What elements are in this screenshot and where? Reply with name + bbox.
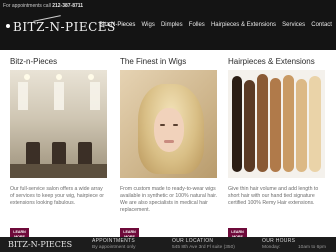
nav-item-contact[interactable]: Contact [309, 20, 334, 30]
nav-item-folles[interactable]: Folles [187, 20, 207, 30]
column-description: From custom made to ready-to-wear wigs a… [120, 186, 218, 213]
nav-item-hairpieces[interactable]: Hairpieces & Extensions [209, 20, 278, 30]
site-footer: BITZ-N-PIECES APPOINTMENTS By appointmen… [0, 237, 336, 252]
footer-location-heading: OUR LOCATION [172, 238, 214, 244]
feature-column-salon: Bitz-n-Pieces Our full-service salon off… [8, 50, 108, 240]
footer-hours-time: 10am to 6pm [298, 245, 326, 250]
footer-logo[interactable]: BITZ-N-PIECES [8, 240, 72, 249]
feature-column-extensions: Hairpieces & Extensions Give thin hair v… [226, 50, 326, 240]
appointment-line: For appointments call 212-387-8711 [3, 3, 83, 9]
nav-item-wigs[interactable]: Wigs [139, 20, 156, 30]
wig-model-photo [120, 70, 217, 178]
nav-item-dimples[interactable]: Dimples [159, 20, 185, 30]
column-description: Give thin hair volume and add length to … [228, 186, 319, 206]
footer-hours-day: Monday: [262, 245, 281, 250]
footer-appointments-heading: APPOINTMENTS [92, 238, 136, 244]
salon-photo [10, 70, 107, 178]
appointment-text: For appointments call [3, 3, 51, 9]
logo-dot-icon [6, 24, 10, 28]
footer-hours-heading: OUR HOURS [262, 238, 296, 244]
nav-item-home[interactable]: Bitz-N-Pieces [97, 20, 137, 30]
footer-location-text: 545 8th Ave 3rd Fl suite (350) [172, 245, 235, 250]
phone-number[interactable]: 212-387-8711 [52, 3, 83, 9]
column-title: Bitz-n-Pieces [10, 57, 58, 66]
feature-column-wigs: The Finest in Wigs From custom made to r… [118, 50, 218, 240]
column-title: The Finest in Wigs [120, 57, 187, 66]
footer-appointments-text: By appointment only [92, 245, 136, 250]
site-logo[interactable]: BITZ-N-PIECES [3, 12, 115, 42]
nav-item-services[interactable]: Services [280, 20, 307, 30]
column-title: Hairpieces & Extensions [228, 57, 315, 66]
site-header: For appointments call 212-387-8711 BITZ-… [0, 0, 336, 50]
hair-extensions-photo [228, 70, 325, 178]
column-description: Our full-service salon offers a wide arr… [10, 186, 104, 206]
main-nav: Bitz-N-Pieces Wigs Dimples Folles Hairpi… [97, 16, 334, 34]
